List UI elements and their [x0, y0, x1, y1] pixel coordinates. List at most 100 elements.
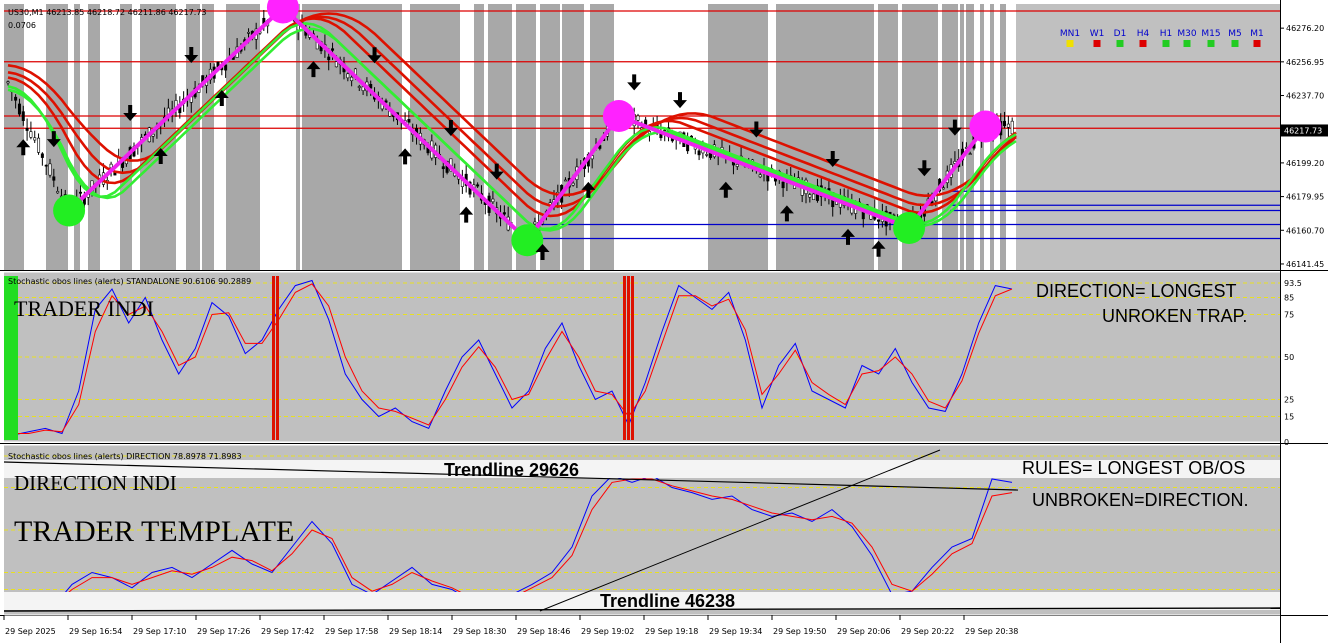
session-stripe — [942, 4, 958, 270]
candle-body — [14, 96, 18, 101]
overbought-bar — [623, 276, 626, 440]
time-tick-label: 29 Sep 19:50 — [773, 627, 826, 636]
price-tick-label: 46179.95 — [1286, 193, 1324, 202]
session-stripe — [4, 4, 24, 270]
direction-note-line1: DIRECTION= LONGEST — [1036, 281, 1237, 301]
candle-body — [636, 115, 640, 121]
swing-high-marker — [969, 110, 1002, 143]
candle-body — [758, 174, 762, 178]
session-stripe — [296, 4, 300, 270]
candle-body — [17, 103, 21, 115]
symbol-header: US30,M1 46213.85 46218.72 46211.86 46217… — [8, 8, 207, 17]
session-stripe — [562, 4, 584, 270]
stoch-level-label: 15 — [1284, 413, 1294, 422]
candle-body — [812, 193, 816, 201]
candle-body — [968, 153, 972, 155]
candle-body — [350, 76, 354, 82]
current-price-label: 46217.73 — [1284, 126, 1322, 135]
candle-body — [327, 56, 331, 61]
swing-high-marker — [602, 100, 635, 132]
stoch-level-label: 50 — [1284, 353, 1294, 362]
price-tick-label: 46276.20 — [1286, 24, 1324, 33]
swing-low-marker — [893, 212, 926, 244]
swing-low-marker — [53, 194, 86, 227]
candle-body — [331, 48, 335, 51]
candle-body — [781, 181, 785, 189]
session-stripe — [186, 4, 200, 270]
trader-template-label: TRADER TEMPLATE — [14, 515, 294, 548]
chart-canvas[interactable]: 93.5 85 75 50 25 15 0 46217.73 46276.20 46256.95… — [0, 0, 1328, 643]
timeframe-label: H1 — [1160, 29, 1173, 39]
timeframe-label: M30 — [1177, 29, 1196, 39]
overbought-bar — [272, 276, 275, 440]
timeframe-signal-dot — [1093, 40, 1101, 47]
direction-indi-label: DIRECTION INDI — [14, 471, 177, 495]
time-tick-label: 29 Sep 20:38 — [965, 627, 1018, 636]
time-tick-label: 29 Sep 20:22 — [901, 627, 954, 636]
price-tick-label: 46256.95 — [1286, 58, 1324, 67]
session-stripe — [202, 4, 214, 270]
time-tick-label: 29 Sep 19:18 — [645, 627, 698, 636]
timeframe-signal-dot — [1183, 40, 1191, 47]
candle-body — [441, 166, 445, 170]
session-stripe — [120, 4, 132, 270]
timeframe-label: D1 — [1114, 29, 1127, 39]
rules-note-line2: UNBROKEN=DIRECTION. — [1032, 490, 1249, 510]
trader-indi-label: TRADER INDI — [14, 296, 154, 321]
time-tick-label: 29 Sep 18:30 — [453, 627, 506, 636]
timeframe-signal-dot — [1162, 40, 1170, 47]
candle-body — [79, 191, 83, 194]
time-tick-label: 29 Sep 19:02 — [581, 627, 634, 636]
stoch-trader-title: Stochastic obos lines (alerts) STANDALON… — [8, 277, 251, 286]
time-tick-label: 29 Sep 18:14 — [389, 627, 442, 636]
candle-body — [1006, 123, 1010, 128]
candle-body — [37, 137, 41, 153]
stoch-direction-title: Stochastic obos lines (alerts) DIRECTION… — [8, 452, 242, 461]
candle-body — [25, 128, 29, 131]
candle-body — [533, 221, 537, 225]
time-tick-label: 29 Sep 17:42 — [261, 627, 314, 636]
overbought-bar — [627, 276, 630, 440]
candle-body — [369, 84, 373, 89]
stoch-level-label: 85 — [1284, 294, 1294, 303]
session-stripe — [960, 4, 964, 270]
timeframe-label: M15 — [1201, 29, 1220, 39]
chart-window: 93.5 85 75 50 25 15 0 46217.73 46276.20 46256.95… — [0, 0, 1328, 643]
price-tick-label: 46141.45 — [1286, 260, 1324, 269]
candle-body — [21, 111, 25, 121]
direction-note-line2: UNROKEN TRAP. — [1102, 306, 1247, 326]
trendline-bottom-label: Trendline 46238 — [600, 591, 735, 611]
candle-body — [29, 131, 33, 138]
candle-body — [571, 182, 575, 186]
candle-body — [491, 198, 495, 203]
time-tick-label: 29 Sep 17:26 — [197, 627, 250, 636]
timeframe-label: MN1 — [1060, 29, 1080, 39]
candle-body — [113, 172, 117, 176]
price-tick-label: 46237.70 — [1286, 92, 1324, 101]
candle-body — [563, 179, 567, 182]
session-stripe — [812, 4, 874, 270]
session-stripe — [776, 4, 812, 270]
candle-body — [33, 137, 37, 141]
stoch-level-label: 25 — [1284, 396, 1294, 405]
candle-body — [808, 194, 812, 198]
session-shading — [4, 4, 1006, 270]
overbought-bar — [276, 276, 279, 440]
candle-body — [48, 163, 52, 176]
stoch-level-label: 0 — [1284, 438, 1289, 447]
price-tick-label: 46199.20 — [1286, 159, 1324, 168]
candle-body — [877, 219, 881, 222]
symbol-subline: 0.0706 — [8, 21, 36, 30]
candle-body — [224, 64, 228, 71]
candle-body — [1010, 120, 1014, 135]
candle-body — [735, 164, 739, 167]
candle-body — [40, 153, 44, 158]
timeframe-signal-dot — [1207, 40, 1215, 47]
candle-body — [346, 73, 350, 79]
timeframe-label: M5 — [1228, 29, 1242, 39]
time-tick-label: 29 Sep 2025 — [5, 627, 56, 636]
candle-body — [56, 191, 60, 194]
timeframe-label: W1 — [1090, 29, 1105, 39]
timeframe-signal-dot — [1116, 40, 1124, 47]
candle-body — [861, 211, 865, 220]
